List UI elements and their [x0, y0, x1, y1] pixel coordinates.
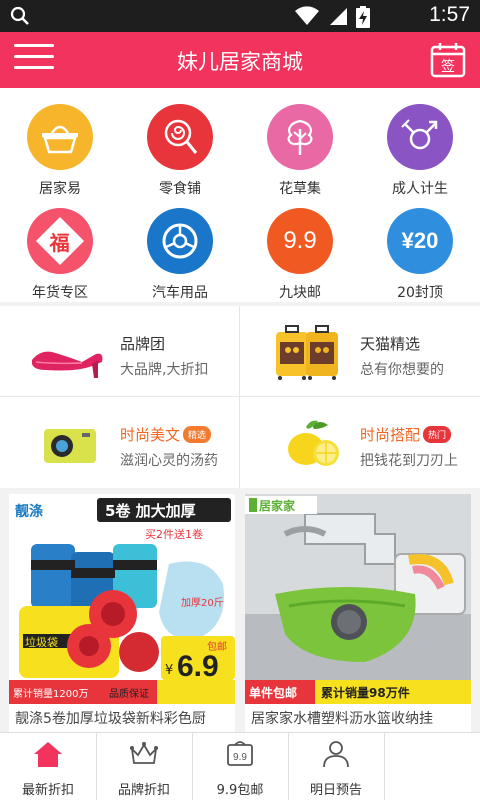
nine-nine-icon: 9.9	[267, 208, 333, 274]
product-sales: 累计销量98万件	[321, 685, 410, 700]
app-header: 妹儿居家商城 签	[0, 32, 480, 88]
product-name: 居家家水槽塑料沥水篮收纳挂	[251, 711, 433, 727]
category-grid: 居家易 零食铺 花草集 成人计生 福 年货专区 汽车用品 9.9 九块邮 ¥20…	[0, 88, 480, 302]
product-offer: 买2件送1卷	[145, 527, 203, 541]
tab-tomorrow-preview[interactable]: 明日预告	[288, 733, 384, 800]
product-price-tag: 包邮	[207, 640, 227, 653]
product-shipping: 单件包邮	[249, 685, 297, 700]
product-quality: 品质保证	[109, 687, 149, 700]
product-image-trash-bags: 靓涤 5卷 加大加厚 买2件送1卷 垃圾袋 加厚20斤 累计销量1200万 品质…	[9, 494, 235, 704]
wheel-icon	[147, 208, 213, 274]
tab-brand-discounts[interactable]: 品牌折扣	[96, 733, 192, 800]
category-label: 九块邮	[279, 285, 321, 301]
tab-icon-glyph: 9.9	[233, 752, 247, 763]
category-label: 20封顶	[397, 285, 443, 301]
twenty-yuan-icon: ¥20	[387, 208, 453, 274]
category-adult[interactable]: 成人计生	[360, 88, 480, 197]
person-icon	[323, 741, 349, 768]
high-heel-shoe-image	[32, 351, 103, 378]
tab-nine-nine-shipping[interactable]: 9.9 9.9包邮	[192, 733, 288, 800]
status-time: 1:57	[429, 3, 470, 26]
tab-latest-discounts[interactable]: 最新折扣	[0, 733, 96, 800]
product-brand-label: 居家家	[259, 498, 296, 513]
luggage-image	[276, 325, 338, 380]
tree-icon	[267, 104, 333, 170]
promo-badge: 热门	[423, 426, 452, 443]
category-nine-nine[interactable]: 9.9 九块邮	[240, 192, 360, 301]
tab-label: 品牌折扣	[117, 783, 170, 798]
battery-charging-icon	[356, 6, 370, 28]
product-brand-label: 靓涤	[15, 503, 43, 520]
product-currency: ¥	[165, 663, 173, 678]
product-card[interactable]: 靓涤 5卷 加大加厚 买2件送1卷 垃圾袋 加厚20斤 累计销量1200万 品质…	[9, 494, 235, 732]
fu-icon: 福	[27, 208, 93, 274]
promo-title: 天猫精选	[360, 335, 421, 353]
search-icon	[10, 6, 29, 25]
status-bar: 1:57	[0, 0, 480, 32]
promo-badge: 精选	[183, 426, 212, 443]
category-new-year[interactable]: 福 年货专区	[0, 192, 120, 301]
promo-subtitle: 把钱花到刀刃上	[360, 453, 458, 469]
product-grid: 靓涤 5卷 加大加厚 买2件送1卷 垃圾袋 加厚20斤 累计销量1200万 品质…	[0, 494, 480, 732]
bottom-tab-bar: 最新折扣 品牌折扣 9.9 9.9包邮 明日预告	[0, 732, 480, 800]
nine-nine-glyph: 9.9	[283, 227, 317, 254]
crown-icon	[130, 742, 158, 764]
nine-nine-tag-icon: 9.9	[227, 741, 253, 766]
promo-title: 时尚搭配 热门	[360, 424, 452, 445]
fu-glyph: 福	[50, 230, 70, 255]
promo-tmall-select[interactable]: 天猫精选 总有你想要的	[240, 306, 480, 396]
category-twenty-cap[interactable]: ¥20 20封顶	[360, 192, 480, 301]
product-sticker: 加厚20斤	[181, 597, 224, 609]
action-camera-image	[44, 429, 96, 463]
category-home[interactable]: 居家易	[0, 88, 120, 197]
page-title: 妹儿居家商城	[177, 50, 303, 74]
gender-icon	[387, 104, 453, 170]
sign-in-calendar-icon[interactable]: 签	[430, 42, 466, 78]
category-car[interactable]: 汽车用品	[120, 192, 240, 301]
lollipop-icon	[147, 104, 213, 170]
promo-subtitle: 大品牌,大折扣	[120, 362, 209, 378]
product-name: 靓涤5卷加厚垃圾袋新料彩色厨	[15, 711, 206, 727]
house-icon	[34, 742, 62, 767]
cellular-signal-icon	[330, 8, 347, 25]
divider	[384, 733, 385, 800]
promo-title: 品牌团	[120, 335, 166, 353]
basket-icon	[27, 104, 93, 170]
category-plants[interactable]: 花草集	[240, 88, 360, 197]
promo-title-text: 时尚美文	[120, 426, 181, 444]
promo-subtitle: 总有你想要的	[360, 362, 444, 378]
product-image-drain-basket: 居家家 单件包邮 累计销量98万件	[245, 494, 471, 704]
category-label: 汽车用品	[152, 285, 208, 301]
product-bag-label: 垃圾袋	[25, 635, 58, 649]
tab-label: 明日预告	[309, 783, 362, 798]
promo-section: 品牌团 大品牌,大折扣 天猫精选 总有你想要的 时尚美文 精选 滋润心灵的汤药 …	[0, 306, 480, 488]
product-card[interactable]: 居家家 单件包邮 累计销量98万件 居家家水槽塑料沥水篮收纳挂	[245, 494, 471, 732]
twenty-glyph: ¥20	[401, 228, 439, 253]
promo-title-text: 时尚搭配	[360, 426, 421, 444]
product-price: 6.9	[177, 650, 219, 683]
category-snacks[interactable]: 零食铺	[120, 88, 240, 197]
promo-fashion-articles[interactable]: 时尚美文 精选 滋润心灵的汤药	[0, 397, 240, 487]
promo-brand-group[interactable]: 品牌团 大品牌,大折扣	[0, 306, 240, 396]
promo-fashion-match[interactable]: 时尚搭配 热门 把钱花到刀刃上	[240, 397, 480, 487]
lemon-image	[288, 420, 339, 466]
promo-subtitle: 滋润心灵的汤药	[120, 453, 218, 469]
wifi-icon	[295, 6, 319, 26]
tab-label: 9.9包邮	[216, 783, 264, 798]
promo-title: 时尚美文 精选	[120, 424, 212, 445]
category-label: 年货专区	[32, 285, 88, 301]
tab-label: 最新折扣	[21, 783, 74, 798]
product-sales: 累计销量1200万	[13, 687, 88, 700]
sign-in-label: 签	[441, 58, 455, 75]
product-headline: 5卷 加大加厚	[105, 502, 196, 520]
